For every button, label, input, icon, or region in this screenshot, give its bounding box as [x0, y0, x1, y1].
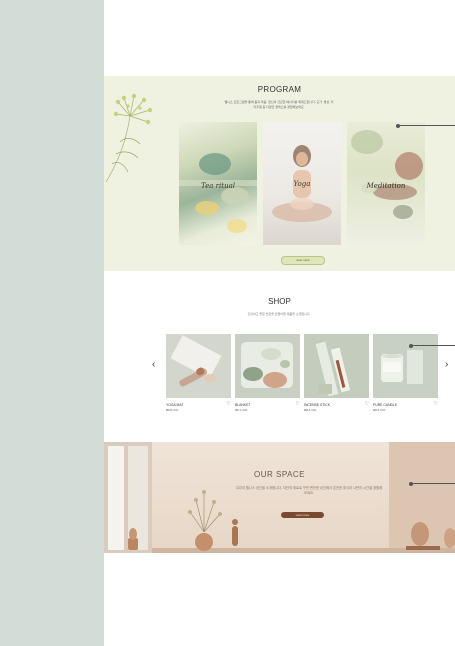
shop-callout-line	[409, 343, 455, 348]
program-description: 웰니스 프로그램을 통해 몸과 마음, 정신의 건강한 에너지를 깨워드립니다.…	[224, 100, 334, 109]
our-space-view-more-button[interactable]: view more	[281, 512, 324, 518]
product-card[interactable]: YOGA MAT ₩48,000 ♡	[166, 334, 231, 412]
yoga-mat-image	[166, 334, 231, 398]
product-name: BLANKET	[235, 403, 251, 407]
our-space-section	[104, 442, 455, 553]
wishlist-heart-icon[interactable]: ♡	[434, 402, 438, 407]
program-card-meditation[interactable]: Meditation	[347, 122, 425, 245]
shop-prev-arrow-icon[interactable]: ‹	[152, 360, 155, 370]
tea-ritual-label: Tea ritual	[201, 182, 235, 190]
wishlist-heart-icon[interactable]: ♡	[227, 402, 231, 407]
interior-photo	[104, 442, 455, 553]
incense-stick-image	[304, 334, 369, 398]
program-view-more-button[interactable]: view more	[281, 256, 325, 265]
wishlist-heart-icon[interactable]: ♡	[365, 402, 369, 407]
product-name: INCENSE STICK	[304, 403, 330, 407]
meditation-label: Meditation	[366, 182, 406, 190]
product-card[interactable]: PURE CANDLE ₩24,000 ♡	[373, 334, 438, 412]
program-title: PROGRAM	[257, 85, 302, 94]
product-price: ₩24,000	[373, 408, 386, 412]
product-card[interactable]: INCENSE STICK ₩18,000 ♡	[304, 334, 369, 412]
dill-flower-illustration	[105, 93, 153, 183]
wishlist-heart-icon[interactable]: ♡	[296, 402, 300, 407]
left-gray-panel	[0, 0, 104, 646]
product-name: YOGA MAT	[166, 403, 184, 407]
our-space-title: OUR SPACE	[253, 470, 306, 479]
product-price: ₩48,000	[166, 408, 179, 412]
program-card-tea-ritual[interactable]: Tea ritual	[179, 122, 257, 245]
product-name: PURE CANDLE	[373, 403, 398, 407]
product-price: ₩18,000	[304, 408, 317, 412]
yoga-label: Yoga	[293, 180, 311, 188]
program-callout-line	[396, 123, 455, 128]
page-mockup: PROGRAM 웰니스 프로그램을 통해 몸과 마음, 정신의 건강한 에너지를…	[104, 0, 455, 646]
program-card-yoga[interactable]: Yoga	[263, 122, 341, 245]
product-card[interactable]: BLANKET ₩72,000 ♡	[235, 334, 300, 412]
pure-candle-image	[373, 334, 438, 398]
blanket-image	[235, 334, 300, 398]
our-space-description: 우리의 웰니스 공간을 소개합니다. 자연의 재료로 꾸민 편안한 공간에서 온…	[235, 486, 383, 495]
shop-next-arrow-icon[interactable]: ›	[445, 360, 448, 370]
space-callout-line	[409, 481, 455, 486]
shop-title: SHOP	[268, 297, 291, 306]
shop-description: 건강하고 좋은 습관을 만들어줄 제품을 소개합니다.	[247, 312, 311, 316]
product-price: ₩72,000	[235, 408, 248, 412]
